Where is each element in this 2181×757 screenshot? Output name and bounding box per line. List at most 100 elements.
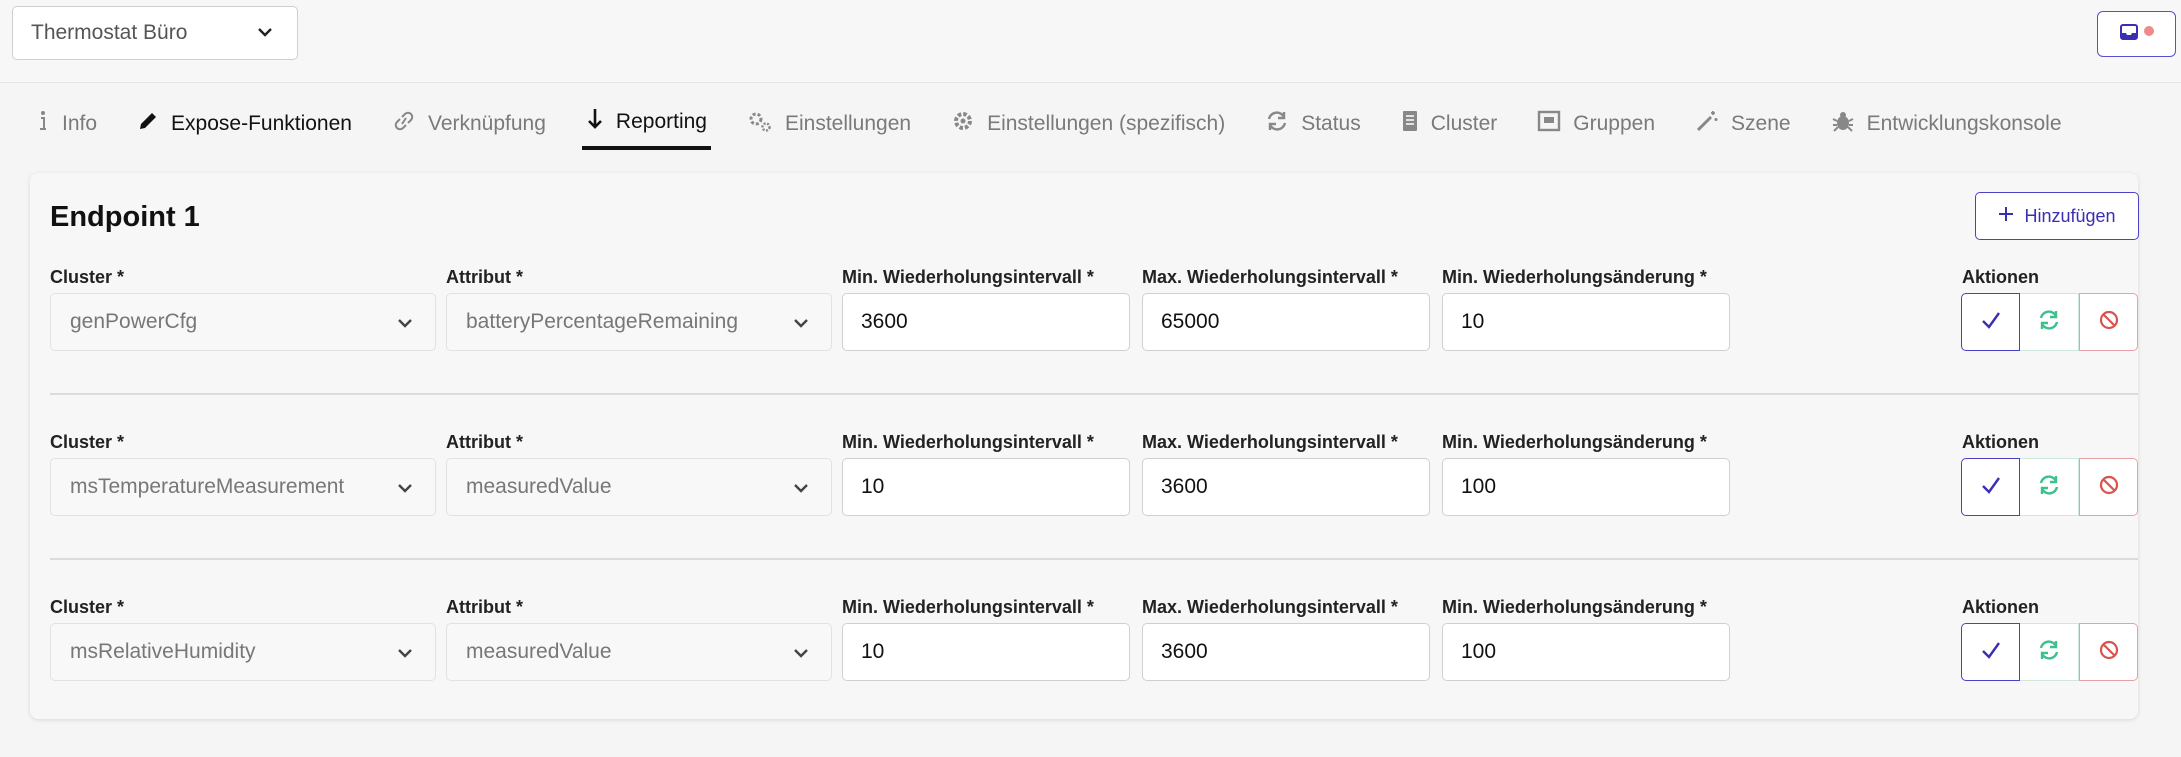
chevron-down-icon xyxy=(395,478,415,504)
document-icon xyxy=(1401,110,1419,138)
tab-label: Cluster xyxy=(1430,112,1498,135)
min-interval-input[interactable]: 10 xyxy=(842,623,1130,681)
cluster-label: Cluster * xyxy=(50,267,125,287)
refresh-button[interactable] xyxy=(2020,458,2079,516)
inbox-icon xyxy=(2119,23,2138,45)
attribute-value: measuredValue xyxy=(466,640,612,663)
sync-icon xyxy=(1265,109,1289,139)
tab-cluster[interactable]: Cluster xyxy=(1397,98,1502,150)
apply-button[interactable] xyxy=(1961,293,2020,351)
tab-gruppen[interactable]: Gruppen xyxy=(1533,98,1659,150)
min-change-input[interactable]: 100 xyxy=(1442,623,1730,681)
tab-label: Gruppen xyxy=(1573,112,1656,135)
min-change-label: Min. Wiederholungsänderung * xyxy=(1442,267,1707,287)
tab-label: Entwicklungskonsole xyxy=(1866,112,2062,135)
device-select[interactable]: Thermostat Büro xyxy=(12,6,298,60)
tab-label: Reporting xyxy=(615,110,707,133)
actions-label: Aktionen xyxy=(1962,597,2040,617)
ban-icon xyxy=(2098,474,2120,501)
tab-szene[interactable]: Szene xyxy=(1691,98,1795,150)
chevron-down-icon xyxy=(395,643,415,669)
chevron-down-icon xyxy=(791,478,811,504)
plus-icon xyxy=(1998,206,2014,227)
min-change-input[interactable]: 100 xyxy=(1442,458,1730,516)
tab-label: Szene xyxy=(1731,112,1791,135)
cluster-value: msRelativeHumidity xyxy=(70,640,256,663)
reporting-row: Cluster * Attribut * Min. Wiederholungsi… xyxy=(50,267,2138,427)
attribute-label: Attribut * xyxy=(446,597,523,617)
tab-label: Expose-Funktionen xyxy=(171,112,352,135)
inbox-button[interactable] xyxy=(2097,11,2176,57)
disable-button[interactable] xyxy=(2079,458,2138,516)
chevron-down-icon xyxy=(255,22,275,48)
pencil-icon xyxy=(137,110,159,138)
tab-entwicklungskonsole[interactable]: Entwicklungskonsole xyxy=(1827,98,2066,150)
tab-status[interactable]: Status xyxy=(1261,98,1365,150)
chevron-down-icon xyxy=(791,643,811,669)
cluster-label: Cluster * xyxy=(50,432,125,452)
sync-icon xyxy=(2037,638,2061,667)
link-icon xyxy=(392,110,416,138)
min-change-input[interactable]: 10 xyxy=(1442,293,1730,351)
device-select-value: Thermostat Büro xyxy=(31,21,188,44)
cluster-select[interactable]: genPowerCfg xyxy=(50,293,436,351)
magic-wand-icon xyxy=(1695,109,1719,139)
min-change-label: Min. Wiederholungsänderung * xyxy=(1442,432,1707,452)
check-icon xyxy=(1980,639,2002,666)
actions-label: Aktionen xyxy=(1962,432,2040,452)
tab-label: Info xyxy=(62,112,98,135)
disable-button[interactable] xyxy=(2079,623,2138,681)
tab-einstellungen-spezifisch[interactable]: Einstellungen (spezifisch) xyxy=(947,98,1229,150)
refresh-button[interactable] xyxy=(2020,293,2079,351)
notification-dot xyxy=(2143,26,2154,36)
tab-reporting[interactable]: Reporting xyxy=(581,98,711,150)
tab-label: Verknüpfung xyxy=(427,112,546,135)
max-interval-input[interactable]: 65000 xyxy=(1142,293,1430,351)
reporting-row: Cluster * Attribut * Min. Wiederholungsi… xyxy=(50,432,2138,592)
group-icon xyxy=(1537,110,1561,138)
refresh-button[interactable] xyxy=(2020,623,2079,681)
sync-icon xyxy=(2037,473,2061,502)
tab-expose-funktionen[interactable]: Expose-Funktionen xyxy=(133,98,356,150)
max-interval-input[interactable]: 3600 xyxy=(1142,458,1430,516)
min-interval-label: Min. Wiederholungsintervall * xyxy=(842,267,1094,287)
bug-icon xyxy=(1831,109,1855,139)
add-button[interactable]: Hinzufügen xyxy=(1975,192,2139,240)
tab-einstellungen[interactable]: Einstellungen xyxy=(743,98,915,150)
max-interval-label: Max. Wiederholungsintervall * xyxy=(1142,597,1398,617)
cluster-label: Cluster * xyxy=(50,597,125,617)
tab-label: Einstellungen (spezifisch) xyxy=(987,112,1226,135)
tab-verknuepfung[interactable]: Verknüpfung xyxy=(388,98,550,150)
tab-info[interactable]: Info xyxy=(32,98,101,150)
actions-group xyxy=(1961,623,2138,681)
cluster-select[interactable]: msRelativeHumidity xyxy=(50,623,436,681)
attribute-select[interactable]: measuredValue xyxy=(446,623,832,681)
apply-button[interactable] xyxy=(1961,623,2020,681)
max-interval-label: Max. Wiederholungsintervall * xyxy=(1142,267,1398,287)
info-icon xyxy=(36,110,50,138)
endpoint-title: Endpoint 1 xyxy=(50,201,200,233)
min-interval-input[interactable]: 10 xyxy=(842,458,1130,516)
chevron-down-icon xyxy=(791,313,811,339)
row-divider xyxy=(50,393,2138,395)
min-interval-input[interactable]: 3600 xyxy=(842,293,1130,351)
check-icon xyxy=(1980,474,2002,501)
cluster-select[interactable]: msTemperatureMeasurement xyxy=(50,458,436,516)
max-interval-input[interactable]: 3600 xyxy=(1142,623,1430,681)
attribute-value: batteryPercentageRemaining xyxy=(466,310,738,333)
actions-group xyxy=(1961,293,2138,351)
tab-bar: Info Expose-Funktionen Verknüpfung Repor… xyxy=(32,98,2098,156)
attribute-select[interactable]: measuredValue xyxy=(446,458,832,516)
cogs-icon xyxy=(747,109,773,139)
check-icon xyxy=(1980,309,2002,336)
min-change-label: Min. Wiederholungsänderung * xyxy=(1442,597,1707,617)
attribute-value: measuredValue xyxy=(466,475,612,498)
attribute-select[interactable]: batteryPercentageRemaining xyxy=(446,293,832,351)
ban-icon xyxy=(2098,639,2120,666)
min-interval-label: Min. Wiederholungsintervall * xyxy=(842,432,1094,452)
disable-button[interactable] xyxy=(2079,293,2138,351)
actions-group xyxy=(1961,458,2138,516)
download-arrow-icon xyxy=(586,107,604,137)
row-divider xyxy=(50,558,2138,560)
apply-button[interactable] xyxy=(1961,458,2020,516)
